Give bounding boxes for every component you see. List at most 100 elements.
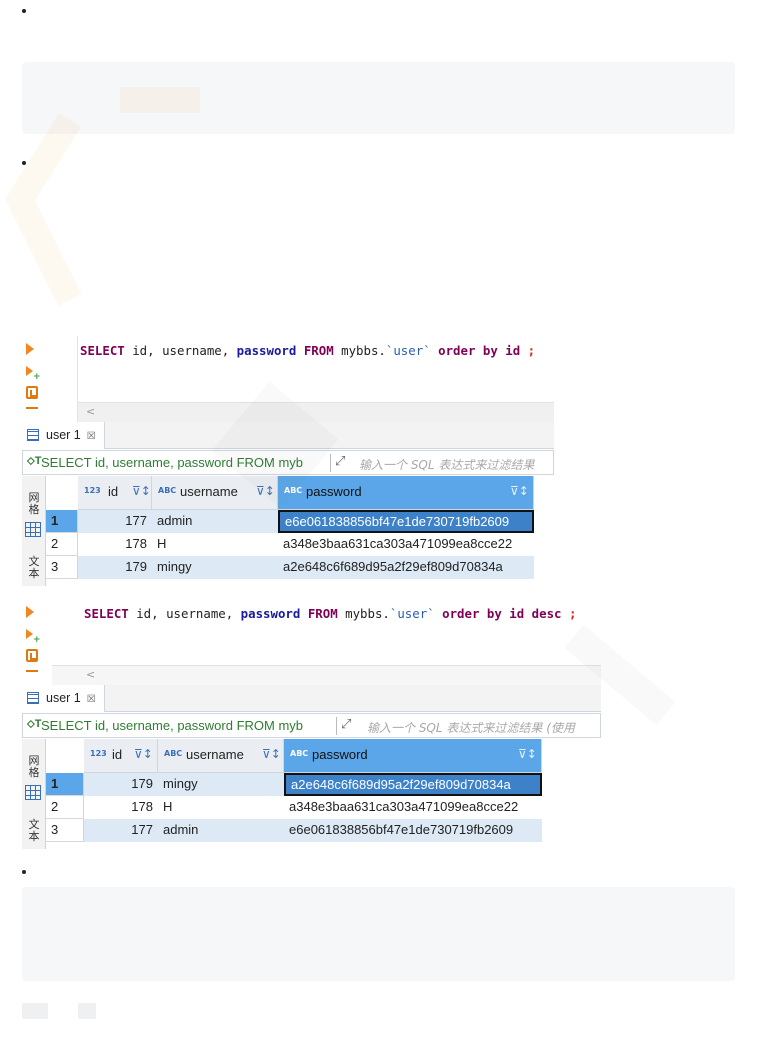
- divider: [330, 454, 331, 472]
- grid-view-tab[interactable]: 网格: [27, 492, 41, 516]
- execute-statement-icon[interactable]: [26, 606, 34, 618]
- sql-keyword: password: [240, 606, 301, 621]
- cell-id[interactable]: 179: [84, 773, 158, 796]
- filter-sort-icon[interactable]: ⊽↕: [510, 484, 529, 498]
- grid-icon[interactable]: [25, 522, 41, 537]
- sql-keyword: SELECT: [84, 606, 129, 621]
- cell-password[interactable]: e6e061838856bf47e1de730719fb2609: [284, 819, 542, 842]
- row-number[interactable]: 3: [46, 819, 84, 842]
- tab-label: user 1: [46, 691, 81, 705]
- column-label: username: [186, 747, 244, 762]
- tag-chip[interactable]: [78, 1003, 96, 1019]
- column-header-id[interactable]: 123 id ⊽↕: [84, 739, 158, 773]
- execute-script-icon[interactable]: [26, 629, 33, 639]
- cell-id[interactable]: 178: [78, 533, 152, 556]
- close-icon[interactable]: ☒: [87, 431, 96, 442]
- column-header-password[interactable]: ABC password ⊽↕: [284, 739, 542, 773]
- results-grid: 网格 文本 123 id ⊽↕ ABC username ⊽↕ ABC pass…: [22, 739, 601, 849]
- filter-input[interactable]: 输入一个 SQL 表达式来过滤结果: [359, 456, 534, 473]
- separator-icon: [26, 407, 38, 409]
- filter-sort-icon[interactable]: ⊽↕: [134, 747, 153, 761]
- dbeaver-panel-order-by-id-desc: + SELECT id, username, password FROM myb…: [22, 599, 601, 849]
- scroll-left-icon[interactable]: <: [86, 405, 95, 418]
- execute-script-icon[interactable]: [26, 366, 33, 376]
- cell-password[interactable]: a348e3baa631ca303a471099ea8cce22: [284, 796, 542, 819]
- code-block: [22, 62, 735, 134]
- text-type-icon: ABC: [290, 749, 309, 758]
- column-label: password: [312, 747, 368, 762]
- tab-user-1[interactable]: user 1 ☒: [22, 422, 105, 449]
- text-view-tab[interactable]: 文本: [27, 819, 41, 843]
- cell-id[interactable]: 177: [84, 819, 158, 842]
- execute-statement-icon[interactable]: [26, 343, 34, 355]
- query-text: SELECT id, username, password FROM myb: [41, 455, 304, 470]
- column-label: id: [108, 484, 119, 499]
- sql-filter-icon: ⬦T: [27, 455, 42, 467]
- sql-editor[interactable]: + SELECT id, username, password FROM myb…: [22, 336, 554, 422]
- row-number[interactable]: 2: [46, 796, 84, 819]
- scroll-left-icon[interactable]: <: [86, 668, 95, 681]
- row-number[interactable]: 1: [46, 773, 84, 796]
- filter-sort-icon[interactable]: ⊽↕: [256, 484, 275, 498]
- editor-horizontal-scrollbar[interactable]: <: [52, 665, 601, 685]
- cell-password[interactable]: a2e648c6f689d95a2f29ef809d70834a: [284, 773, 542, 796]
- sql-keyword: FROM: [303, 343, 334, 358]
- plus-icon: +: [33, 372, 41, 382]
- cell-username[interactable]: mingy: [152, 556, 278, 579]
- sql-editor[interactable]: + SELECT id, username, password FROM myb…: [22, 599, 601, 685]
- sql-columns: id, username,: [124, 343, 237, 358]
- column-label: username: [180, 484, 238, 499]
- sql-columns: id, username,: [128, 606, 241, 621]
- column-header-id[interactable]: 123 id ⊽↕: [78, 476, 152, 510]
- table-icon: [27, 692, 39, 704]
- sql-statement[interactable]: SELECT id, username, password FROM mybbs…: [80, 343, 535, 358]
- explain-plan-icon[interactable]: [26, 649, 38, 662]
- grid-view-tab[interactable]: 网格: [27, 755, 41, 779]
- cell-username[interactable]: H: [152, 533, 278, 556]
- cell-password[interactable]: e6e061838856bf47e1de730719fb2609: [278, 510, 534, 533]
- filter-bar: ⬦T SELECT id, username, password FROM my…: [22, 713, 601, 738]
- view-switcher: 网格 文本: [22, 476, 46, 586]
- row-number[interactable]: 3: [46, 556, 78, 579]
- column-header-password[interactable]: ABC password ⊽↕: [278, 476, 534, 510]
- row-number[interactable]: 2: [46, 533, 78, 556]
- cell-username[interactable]: H: [158, 796, 284, 819]
- expand-icon[interactable]: ⤢: [335, 454, 351, 470]
- sql-keyword: order by: [442, 606, 502, 621]
- tag-chip[interactable]: [22, 1003, 48, 1019]
- filter-input[interactable]: 输入一个 SQL 表达式来过滤结果 (使用: [367, 719, 575, 736]
- sql-statement[interactable]: SELECT id, username, password FROM mybbs…: [84, 606, 576, 621]
- column-header-username[interactable]: ABC username ⊽↕: [158, 739, 284, 773]
- text-type-icon: ABC: [158, 486, 177, 495]
- sql-keyword: SELECT: [80, 343, 125, 358]
- row-number[interactable]: 1: [46, 510, 78, 533]
- code-block: [22, 887, 735, 981]
- filter-sort-icon[interactable]: ⊽↕: [518, 747, 537, 761]
- column-header-username[interactable]: ABC username ⊽↕: [152, 476, 278, 510]
- cell-id[interactable]: 179: [78, 556, 152, 579]
- close-icon[interactable]: ☒: [87, 694, 96, 705]
- grid-icon[interactable]: [25, 785, 41, 800]
- tab-label: user 1: [46, 428, 81, 442]
- numeric-type-icon: 123: [84, 486, 101, 495]
- sql-keyword: FROM: [307, 606, 338, 621]
- cell-id[interactable]: 177: [78, 510, 152, 533]
- cell-username[interactable]: admin: [158, 819, 284, 842]
- cell-id[interactable]: 178: [84, 796, 158, 819]
- cell-password[interactable]: a348e3baa631ca303a471099ea8cce22: [278, 533, 534, 556]
- sql-filter-icon: ⬦T: [27, 718, 42, 730]
- expand-icon[interactable]: ⤢: [341, 717, 357, 733]
- text-view-tab[interactable]: 文本: [27, 556, 41, 580]
- cell-username[interactable]: admin: [152, 510, 278, 533]
- sql-table: `user`: [385, 343, 431, 358]
- cell-username[interactable]: mingy: [158, 773, 284, 796]
- explain-plan-icon[interactable]: [26, 386, 38, 399]
- editor-gutter: +: [22, 599, 52, 685]
- editor-horizontal-scrollbar[interactable]: <: [78, 402, 554, 422]
- cell-password[interactable]: a2e648c6f689d95a2f29ef809d70834a: [278, 556, 534, 579]
- text-type-icon: ABC: [284, 486, 303, 495]
- sql-schema: mybbs.: [337, 606, 390, 621]
- filter-sort-icon[interactable]: ⊽↕: [262, 747, 281, 761]
- filter-sort-icon[interactable]: ⊽↕: [132, 484, 151, 498]
- tab-user-1[interactable]: user 1 ☒: [22, 685, 105, 712]
